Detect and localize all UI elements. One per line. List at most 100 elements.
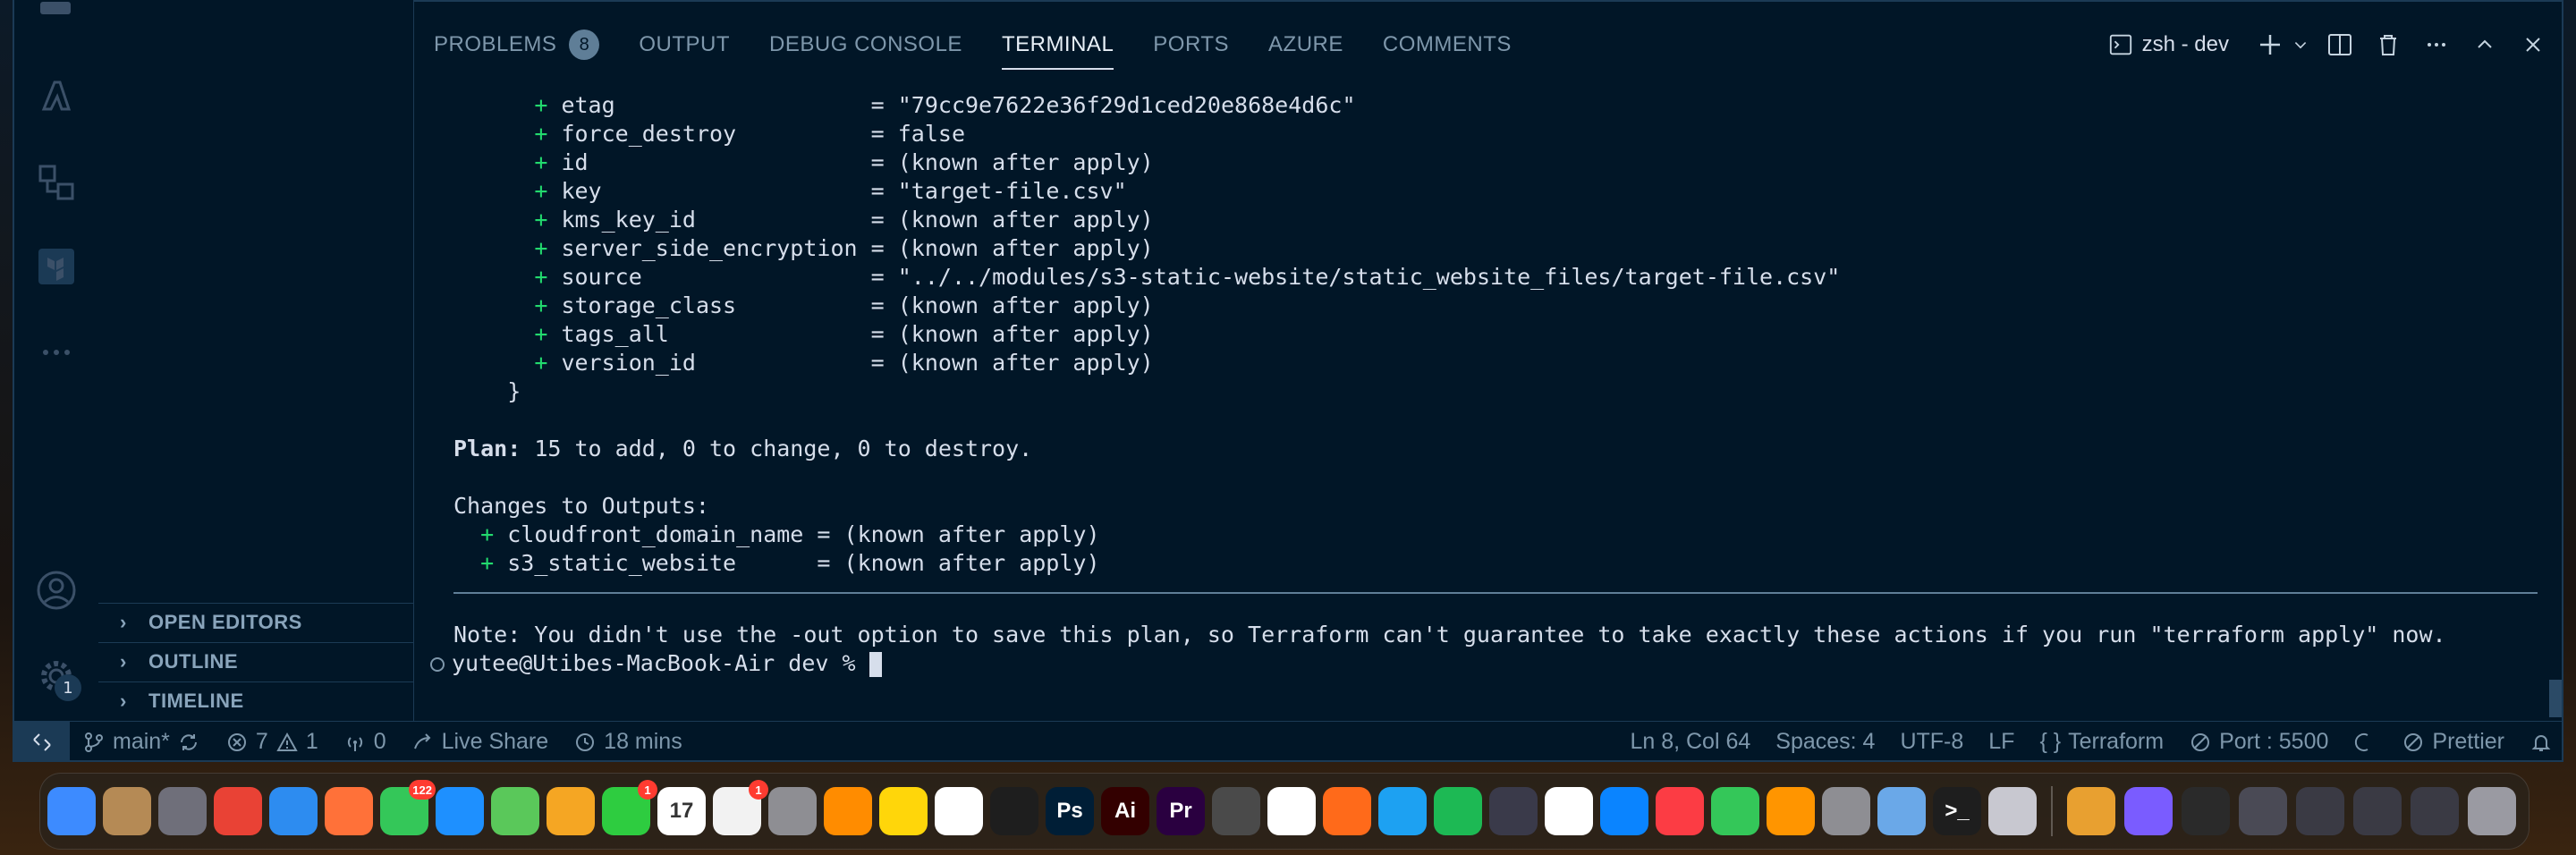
slack-icon[interactable] (1545, 787, 1593, 835)
attribute-line: + server_side_encryption = (known after … (453, 234, 2538, 263)
equals: = (870, 350, 898, 376)
firefox-icon[interactable] (325, 787, 373, 835)
more-actions-icon[interactable] (2417, 25, 2456, 64)
reminders-icon[interactable]: 1 (713, 780, 768, 835)
safari-icon[interactable] (269, 787, 318, 835)
davinci-icon[interactable] (1489, 787, 1538, 835)
tab-azure[interactable]: AZURE (1249, 18, 1363, 72)
siri-icon[interactable] (2124, 787, 2173, 835)
desktop-stack-icon[interactable] (2239, 787, 2287, 835)
screenshots-stack-icon[interactable] (2411, 787, 2459, 835)
plus-sign: + (480, 521, 495, 547)
problems-indicator[interactable]: 7 1 (213, 722, 331, 761)
maps-icon[interactable] (491, 787, 539, 835)
launchpad-icon[interactable] (158, 787, 207, 835)
plus-sign: + (480, 550, 495, 576)
tab-comments[interactable]: COMMENTS (1363, 18, 1531, 72)
ports-indicator[interactable]: 0 (331, 722, 399, 761)
tab-ports[interactable]: PORTS (1133, 18, 1249, 72)
chevron-down-icon[interactable] (2290, 25, 2311, 64)
prettier-status[interactable]: Prettier (2389, 722, 2517, 761)
sandwich-icon[interactable] (2067, 787, 2115, 835)
illustrator-icon[interactable]: Ai (1101, 787, 1149, 835)
sidebar-section-open-editors[interactable]: › OPEN EDITORS (98, 603, 413, 640)
calendar-icon[interactable]: 17 (657, 787, 706, 835)
more-icon[interactable] (33, 329, 80, 376)
calculator-icon[interactable] (768, 787, 817, 835)
sidebar-section-timeline[interactable]: › TIMELINE (98, 681, 413, 719)
scrollbar-thumb[interactable] (2549, 680, 2562, 717)
finder-icon[interactable] (47, 787, 96, 835)
new-terminal-plus-icon[interactable] (2250, 25, 2290, 64)
vscode-icon[interactable] (1267, 787, 1316, 835)
terminal-window-icon[interactable] (2182, 787, 2230, 835)
figma-icon[interactable] (990, 787, 1038, 835)
freeform-icon[interactable] (935, 787, 983, 835)
git-branch[interactable]: main* (70, 722, 213, 761)
encoding[interactable]: UTF-8 (1887, 722, 1976, 761)
messages-icon[interactable]: 122 (380, 780, 436, 835)
time-tracker[interactable]: 18 mins (561, 722, 695, 761)
remote-indicator[interactable] (14, 721, 70, 760)
tab-debug-console[interactable]: DEBUG CONSOLE (750, 18, 982, 72)
live-share-button[interactable]: Live Share (399, 722, 562, 761)
window-stack-icon[interactable] (2296, 787, 2344, 835)
twitter-icon[interactable] (1378, 787, 1427, 835)
terminal-scrollbar[interactable] (2549, 91, 2562, 717)
tab-output[interactable]: OUTPUT (619, 18, 750, 72)
downloads-stack-icon[interactable] (2353, 787, 2402, 835)
premiere-icon[interactable]: Pr (1157, 787, 1205, 835)
chrome-icon[interactable] (214, 787, 262, 835)
system-settings-icon[interactable] (1822, 787, 1870, 835)
sublime-icon[interactable] (1212, 787, 1260, 835)
close-icon[interactable] (2513, 25, 2553, 64)
indentation[interactable]: Spaces: 4 (1763, 722, 1887, 761)
numbers-icon[interactable] (1711, 787, 1759, 835)
cursor-position[interactable]: Ln 8, Col 64 (1617, 722, 1763, 761)
photoshop-icon[interactable]: Ps (1046, 787, 1094, 835)
iphone-mirroring-icon[interactable] (1988, 787, 2037, 835)
terminal-selector[interactable]: zsh - dev (2108, 32, 2229, 57)
trash-icon[interactable] (2468, 787, 2516, 835)
account-icon[interactable] (33, 567, 80, 614)
trash-icon[interactable] (2368, 25, 2408, 64)
maximize-panel-chevron-up-icon[interactable] (2465, 25, 2504, 64)
end-of-line[interactable]: LF (1976, 722, 2027, 761)
terraform-icon[interactable] (33, 243, 80, 290)
prompt-status-icon (430, 657, 445, 672)
pages-icon[interactable] (1767, 787, 1815, 835)
settings-gear-icon[interactable]: 1 (33, 653, 81, 701)
problems-count-badge: 8 (569, 30, 600, 60)
music-icon[interactable] (1656, 787, 1704, 835)
sync-icon[interactable] (177, 731, 200, 754)
prompt-line[interactable]: yutee@Utibes-MacBook-Air dev % (430, 649, 2538, 678)
sidebar-section-outline[interactable]: › OUTLINE (98, 642, 413, 680)
plus-sign: + (534, 207, 548, 233)
equals: = (870, 292, 898, 318)
notes-icon[interactable] (879, 787, 928, 835)
azure-icon[interactable] (33, 73, 80, 120)
mail-icon[interactable] (436, 787, 484, 835)
preview-icon[interactable] (1877, 787, 1926, 835)
language-mode[interactable]: { } Terraform (2027, 722, 2176, 761)
notifications[interactable] (2517, 722, 2562, 761)
spotify-icon[interactable] (1434, 787, 1482, 835)
app-store-icon[interactable] (1600, 787, 1648, 835)
notification-badge: 122 (409, 780, 436, 800)
remote-explorer-icon[interactable] (33, 159, 80, 206)
contacts-icon[interactable] (103, 787, 151, 835)
docker-icon[interactable] (33, 0, 80, 30)
books-icon[interactable] (824, 787, 872, 835)
terminal-icon[interactable]: >_ (1933, 787, 1981, 835)
attribute-key: source (561, 264, 858, 290)
photos-icon[interactable] (547, 787, 595, 835)
split-terminal-icon[interactable] (2320, 25, 2360, 64)
facetime-icon[interactable]: 1 (602, 780, 657, 835)
tab-terminal[interactable]: TERMINAL (982, 18, 1133, 72)
equals: = (870, 92, 898, 118)
terminal-output[interactable]: + etag = "79cc9e7622e36f29d1ced20e868e4d… (430, 91, 2538, 726)
plan-label: Plan: (453, 436, 521, 461)
live-server-port[interactable]: Port : 5500 (2176, 722, 2341, 761)
pen-tool-icon[interactable] (1323, 787, 1371, 835)
tab-problems[interactable]: PROBLEMS 8 (414, 18, 619, 72)
